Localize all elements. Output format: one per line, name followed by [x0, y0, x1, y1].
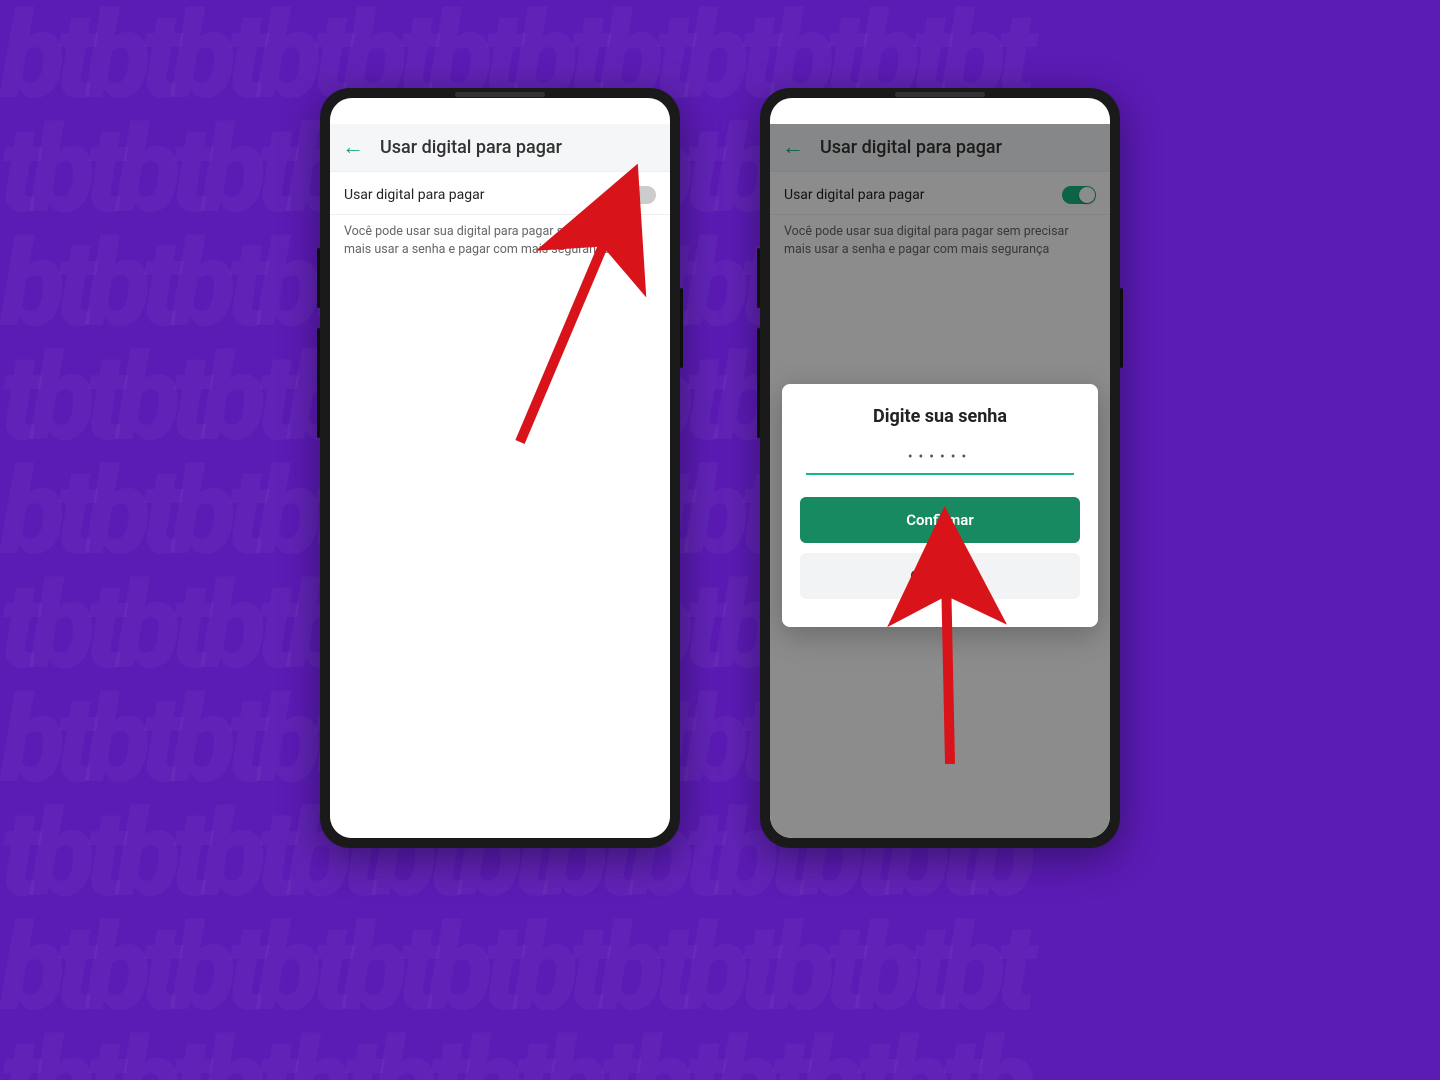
cancel-button[interactable]: Cancelar [800, 553, 1080, 599]
phone-mockup-1: ← Usar digital para pagar Usar digital p… [320, 88, 680, 848]
app-header: ← Usar digital para pagar [330, 124, 670, 172]
confirm-button[interactable]: Confirmar [800, 497, 1080, 543]
modal-title: Digite sua senha [800, 406, 1080, 427]
password-input[interactable]: •••••• [806, 449, 1074, 475]
back-arrow-icon[interactable]: ← [342, 137, 364, 159]
setting-label: Usar digital para pagar [344, 187, 485, 203]
fingerprint-toggle[interactable] [622, 186, 656, 204]
password-modal: Digite sua senha •••••• Confirmar Cancel… [782, 384, 1098, 627]
setting-description: Você pode usar sua digital para pagar se… [330, 215, 670, 267]
setting-row[interactable]: Usar digital para pagar [330, 172, 670, 215]
header-title: Usar digital para pagar [380, 137, 562, 158]
phone-mockup-2: ← Usar digital para pagar Usar digital p… [760, 88, 1120, 848]
